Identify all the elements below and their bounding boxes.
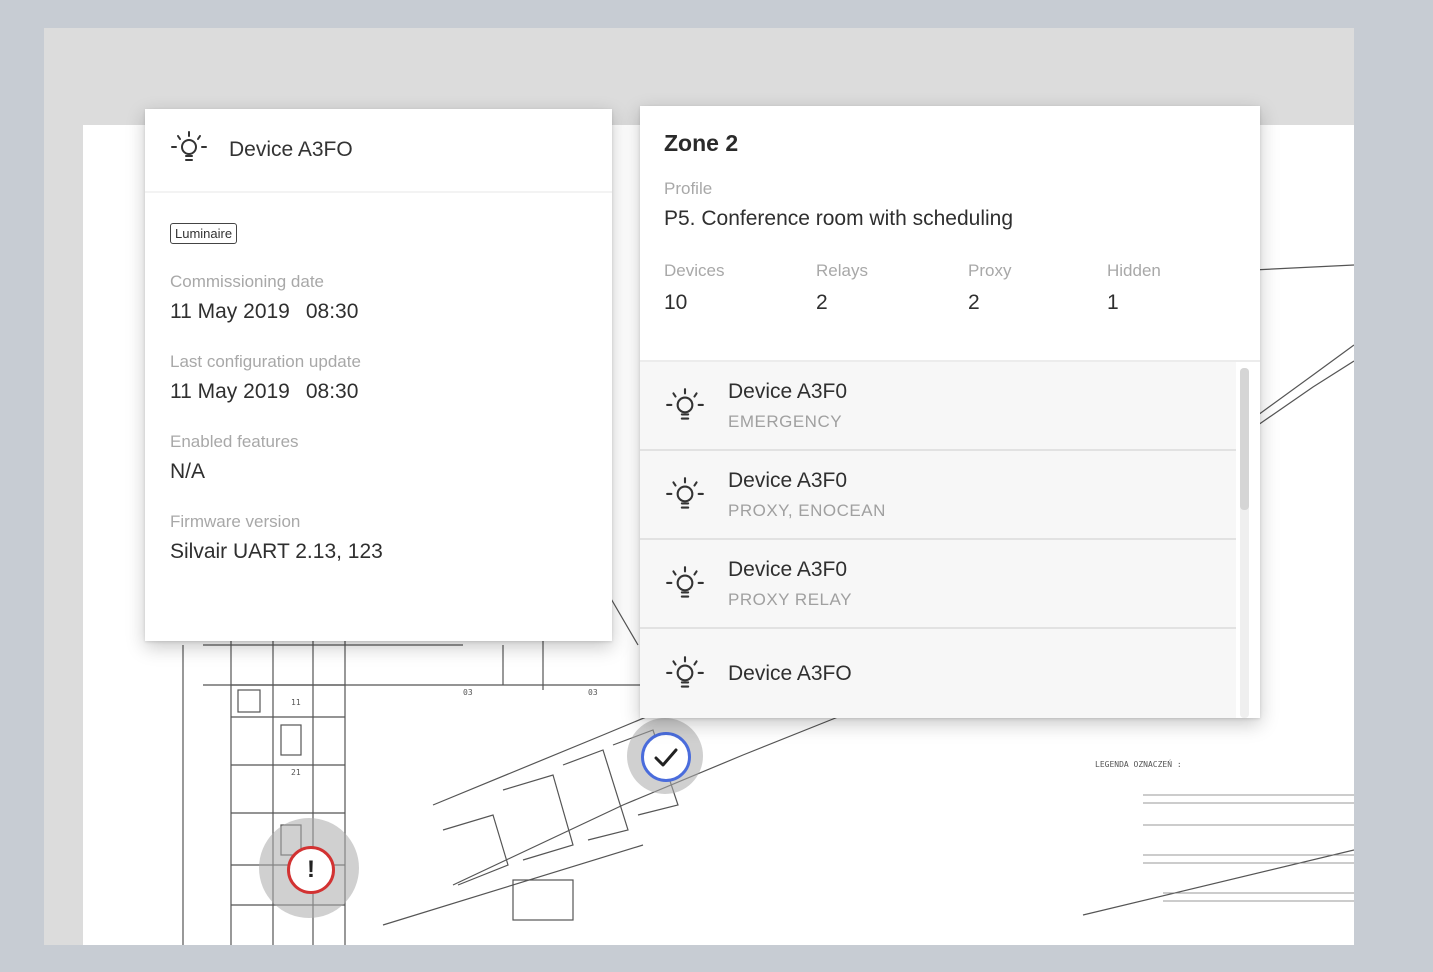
commissioning-date-label: Commissioning date (170, 272, 325, 291)
stat-devices: Devices 10 (664, 261, 816, 315)
svg-text:21: 21 (291, 768, 301, 777)
device-list-scrollbar[interactable] (1240, 368, 1249, 718)
zone-summary: Zone 2 Profile P5. Conference room with … (640, 106, 1260, 362)
device-card-header: Device A3FO (145, 109, 612, 193)
bulb-icon (664, 563, 706, 605)
zone-stats: Devices 10 Relays 2 Proxy 2 Hidden 1 (664, 261, 1260, 315)
zone-details-card: Zone 2 Profile P5. Conference room with … (640, 106, 1260, 718)
stat-devices-value: 10 (664, 291, 688, 314)
device-tags: EMERGENCY (728, 411, 843, 431)
map-viewport[interactable]: 11 21 03 03 LEGENDA OZNACZEŃ : ! Device … (44, 28, 1354, 945)
alert-icon: ! (287, 846, 335, 894)
commissioning-date: 11 May 2019 (170, 300, 290, 323)
firmware-version-value: Silvair UART 2.13, 123 (170, 540, 383, 563)
bulb-icon (664, 653, 706, 695)
zone-status-pin-alert[interactable]: ! (259, 818, 359, 918)
last-config-time: 08:30 (305, 380, 359, 403)
enabled-features-label: Enabled features (170, 432, 299, 451)
device-name: Device A3FO (728, 661, 852, 685)
scrollbar-thumb[interactable] (1240, 368, 1249, 510)
stat-relays-value: 2 (816, 291, 828, 314)
device-tags: PROXY, ENOCEAN (728, 500, 886, 520)
device-name: Device A3F0 (728, 468, 848, 492)
stat-hidden-label: Hidden (1107, 261, 1161, 280)
last-config-update-value: 11 May 2019 08:30 (170, 380, 612, 404)
device-name: Device A3F0 (728, 557, 848, 581)
commissioning-time: 08:30 (305, 300, 359, 323)
bulb-icon (664, 474, 706, 516)
zone-device-list[interactable]: Device A3F0 EMERGENCY Device A3F0 PROXY,… (640, 362, 1236, 718)
zone-profile-value: P5. Conference room with scheduling (664, 207, 1014, 230)
svg-text:11: 11 (291, 698, 301, 707)
device-title: Device A3FO (229, 138, 353, 161)
stat-proxy-label: Proxy (968, 261, 1012, 280)
stat-hidden: Hidden 1 (1107, 261, 1259, 315)
svg-text:03: 03 (588, 688, 598, 697)
bulb-icon (664, 385, 706, 427)
check-icon (641, 732, 691, 782)
enabled-features-value: N/A (170, 460, 206, 483)
stat-relays-label: Relays (816, 261, 868, 280)
stat-relays: Relays 2 (816, 261, 968, 315)
zone-status-pin-ok[interactable] (627, 718, 703, 794)
commissioning-date-value: 11 May 2019 08:30 (170, 300, 612, 324)
device-tags: PROXY RELAY (728, 589, 852, 609)
zone-profile-label: Profile (664, 179, 713, 198)
stat-devices-label: Devices (664, 261, 725, 280)
bulb-icon (169, 128, 209, 173)
stat-hidden-value: 1 (1107, 291, 1119, 314)
device-details-card: Device A3FO Luminaire Commissioning date… (145, 109, 612, 641)
device-name: Device A3F0 (728, 379, 848, 403)
list-item[interactable]: Device A3F0 PROXY RELAY (640, 540, 1236, 629)
device-type-tag: Luminaire (170, 223, 238, 244)
list-item[interactable]: Device A3FO (640, 629, 1236, 718)
alert-symbol: ! (307, 856, 315, 883)
svg-text:03: 03 (463, 688, 473, 697)
svg-text:LEGENDA OZNACZEŃ :: LEGENDA OZNACZEŃ : (1095, 758, 1182, 769)
last-config-update-label: Last configuration update (170, 352, 361, 371)
last-config-date: 11 May 2019 (170, 380, 290, 403)
stat-proxy: Proxy 2 (968, 261, 1107, 315)
list-item[interactable]: Device A3F0 PROXY, ENOCEAN (640, 451, 1236, 540)
zone-title: Zone 2 (664, 130, 739, 156)
stat-proxy-value: 2 (968, 291, 980, 314)
firmware-version-label: Firmware version (170, 512, 301, 531)
list-item[interactable]: Device A3F0 EMERGENCY (640, 362, 1236, 451)
